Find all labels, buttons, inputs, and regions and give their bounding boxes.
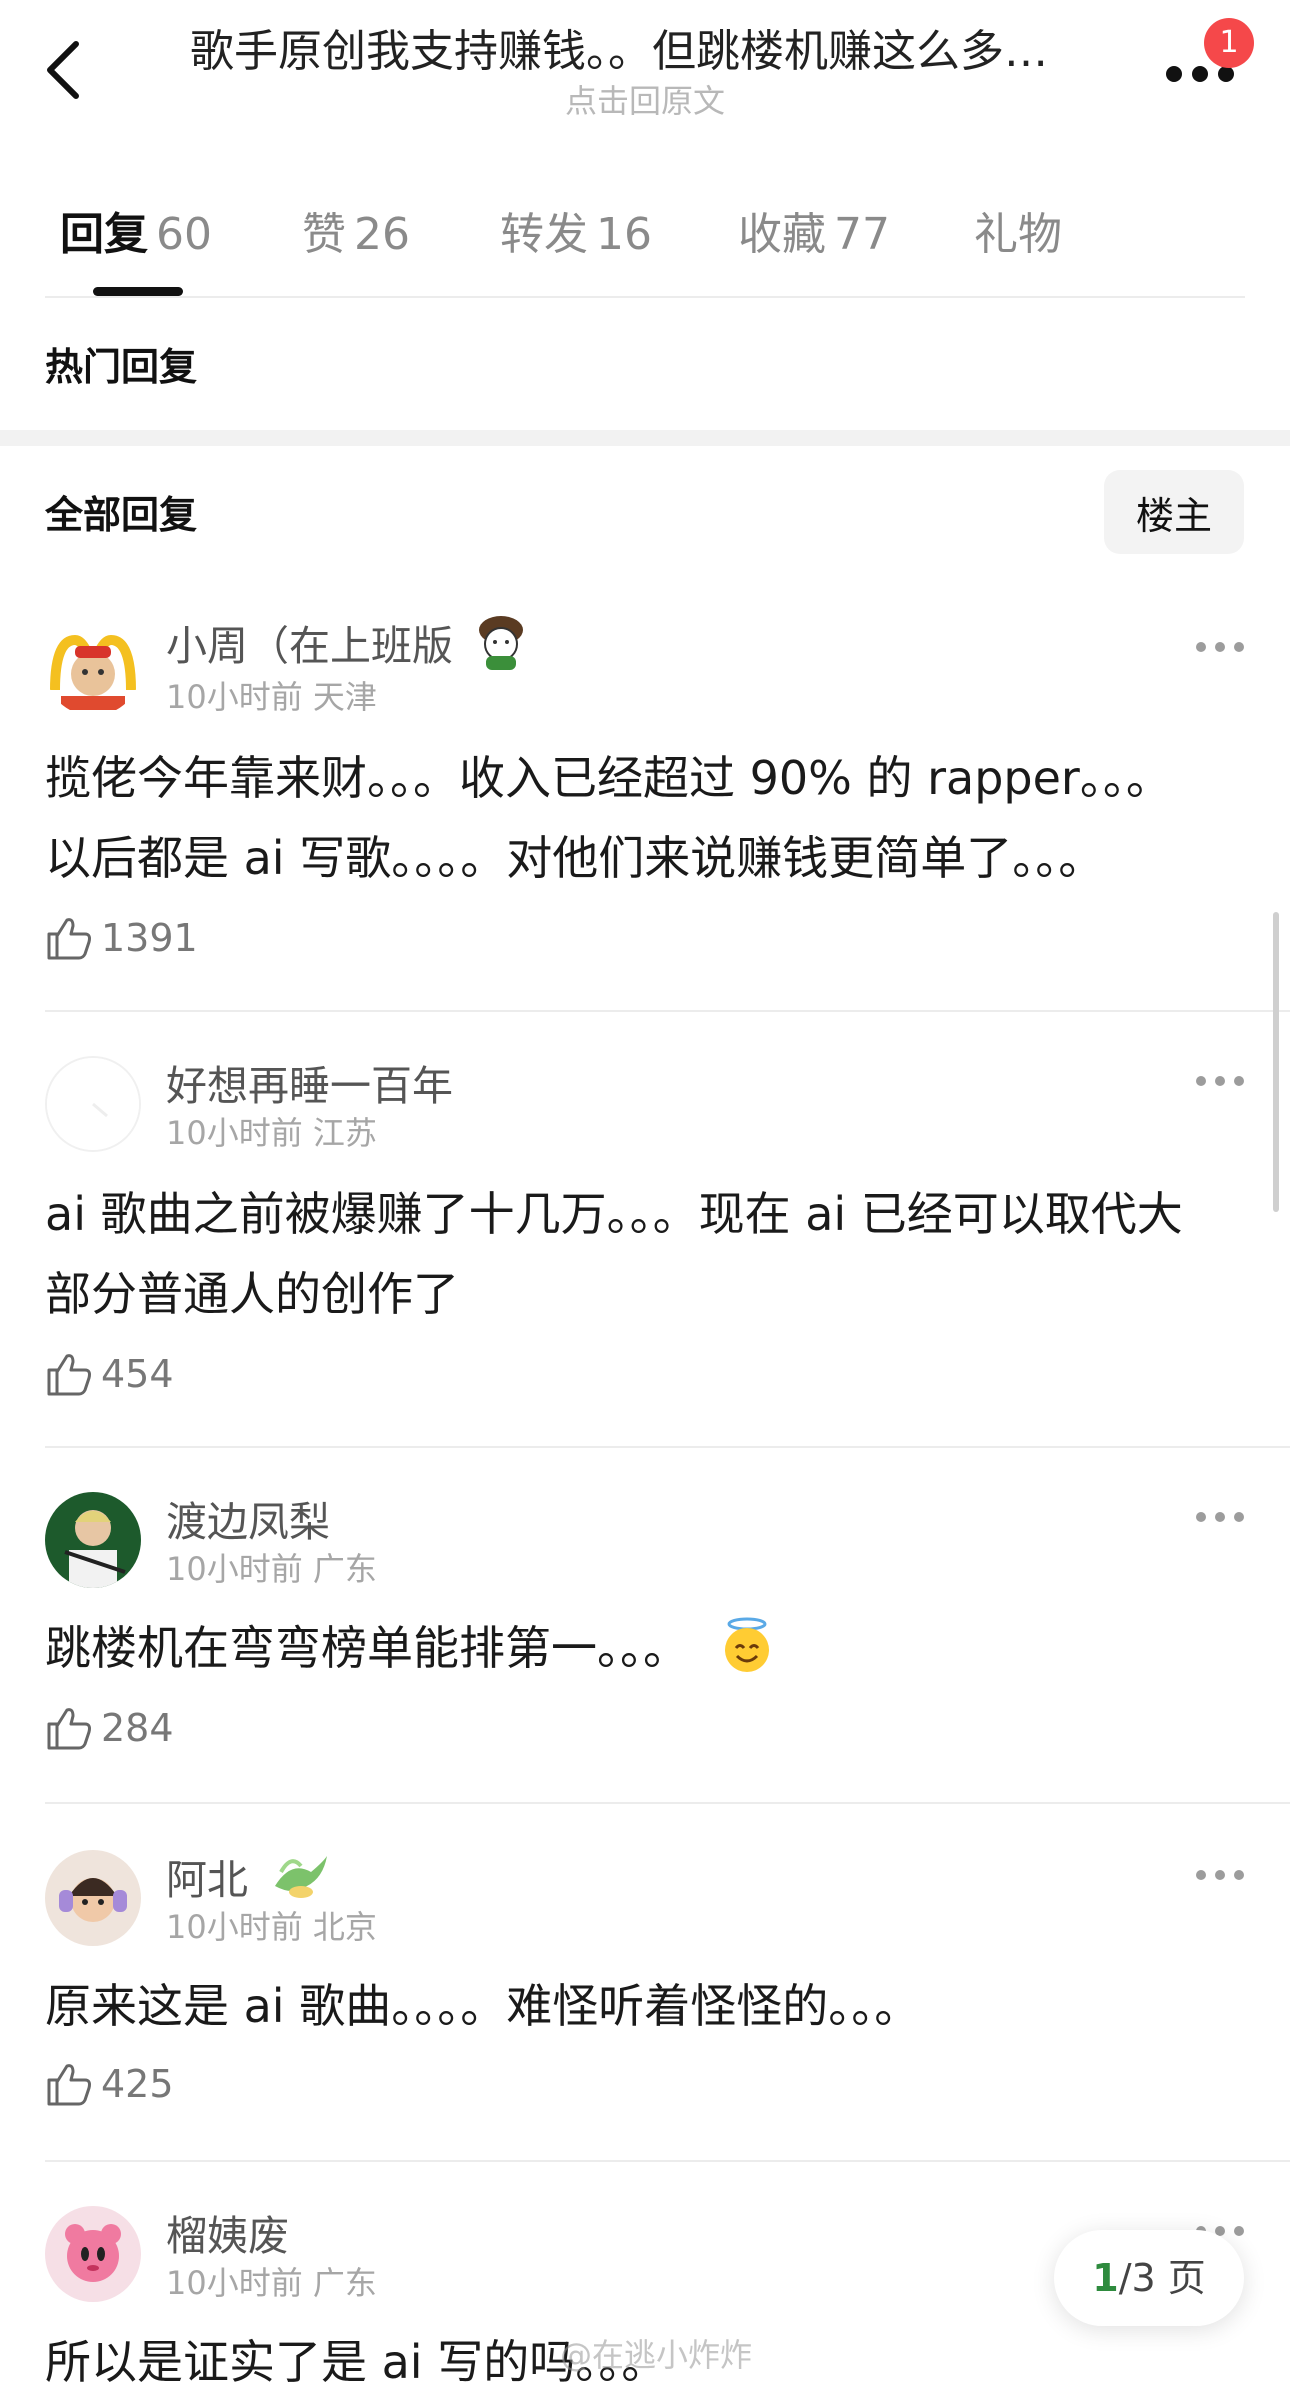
comment-text[interactable]: 跳楼机在弯弯榜单能排第一。。。 [45, 1608, 1255, 1688]
notification-badge: 1 [1204, 18, 1254, 68]
avatar[interactable] [45, 1492, 141, 1588]
username[interactable]: 榴姨废 [166, 2202, 289, 2262]
watermark: @在逃小炸炸 [560, 2336, 753, 2374]
page-indicator[interactable]: 1/3 页 [1054, 2230, 1244, 2326]
tab-replies[interactable]: 回复 60 [60, 198, 212, 262]
username[interactable]: 渡边凤梨 [166, 1488, 330, 1548]
comment-meta: 10小时前 江苏 [166, 1114, 377, 1152]
post-title[interactable]: 歌手原创我支持赚钱。。但跳楼机赚这么多… [190, 22, 1100, 82]
thumbs-up-icon [47, 918, 91, 960]
comment-divider [45, 1802, 1290, 1804]
thumbs-up-icon [47, 1354, 91, 1396]
comment-more-icon[interactable] [1196, 642, 1244, 654]
comment-meta: 10小时前 北京 [166, 1908, 377, 1946]
comment-meta: 10小时前 天津 [166, 678, 377, 716]
comment-more-icon[interactable] [1196, 1512, 1244, 1524]
avatar[interactable] [45, 1056, 141, 1152]
comment-more-icon[interactable] [1196, 1870, 1244, 1882]
username[interactable]: 小周（在上班版 [166, 612, 528, 672]
all-replies-heading: 全部回复 [45, 493, 198, 537]
avatar[interactable] [45, 1850, 141, 1946]
username[interactable]: 阿北 [166, 1846, 329, 1906]
active-tab-indicator [93, 287, 183, 296]
bird-badge-icon [275, 1856, 328, 1898]
comment-more-icon[interactable] [1196, 1076, 1244, 1088]
thumbs-up-icon [47, 1708, 91, 1750]
scrollbar[interactable] [1273, 912, 1279, 1212]
tab-gifts[interactable]: 礼物 [974, 198, 1062, 262]
hot-replies-heading: 热门回复 [45, 345, 198, 389]
avatar[interactable] [45, 620, 141, 716]
tab-bar: 回复 60 赞 26 转发 16 收藏 77 礼物 [0, 198, 1290, 298]
tab-divider [45, 296, 1245, 298]
comment-divider [45, 1010, 1290, 1012]
tab-favorites[interactable]: 收藏 77 [738, 198, 890, 262]
avatar[interactable] [45, 2206, 141, 2302]
comment-meta: 10小时前 广东 [166, 2264, 377, 2302]
section-divider [0, 430, 1290, 446]
angel-emoji-icon [724, 1617, 769, 1672]
tab-likes[interactable]: 赞 26 [302, 198, 410, 262]
back-to-original-link[interactable]: 点击回原文 [0, 76, 1290, 122]
op-only-filter-button[interactable]: 楼主 [1104, 470, 1244, 554]
user-badge-icon [479, 616, 524, 670]
thumbs-up-icon [47, 2064, 91, 2106]
top-bar: 歌手原创我支持赚钱。。但跳楼机赚这么多… 点击回原文 1 [0, 0, 1290, 140]
comment-meta: 10小时前 广东 [166, 1550, 377, 1588]
username[interactable]: 好想再睡一百年 [166, 1052, 453, 1112]
comment-divider [45, 2160, 1290, 2162]
comment-text[interactable]: 揽佬今年靠来财。。。收入已经超过 90% 的 rapper。。。 以后都是 ai… [45, 738, 1255, 898]
comment-text[interactable]: 原来这是 ai 歌曲。。。。难怪听着怪怪的。。。 [45, 1966, 1255, 2046]
comment-text[interactable]: ai 歌曲之前被爆赚了十几万。。。现在 ai 已经可以取代大 部分普通人的创作了 [45, 1174, 1255, 1334]
tab-reposts[interactable]: 转发 16 [500, 198, 652, 262]
comment-divider [45, 1446, 1290, 1448]
